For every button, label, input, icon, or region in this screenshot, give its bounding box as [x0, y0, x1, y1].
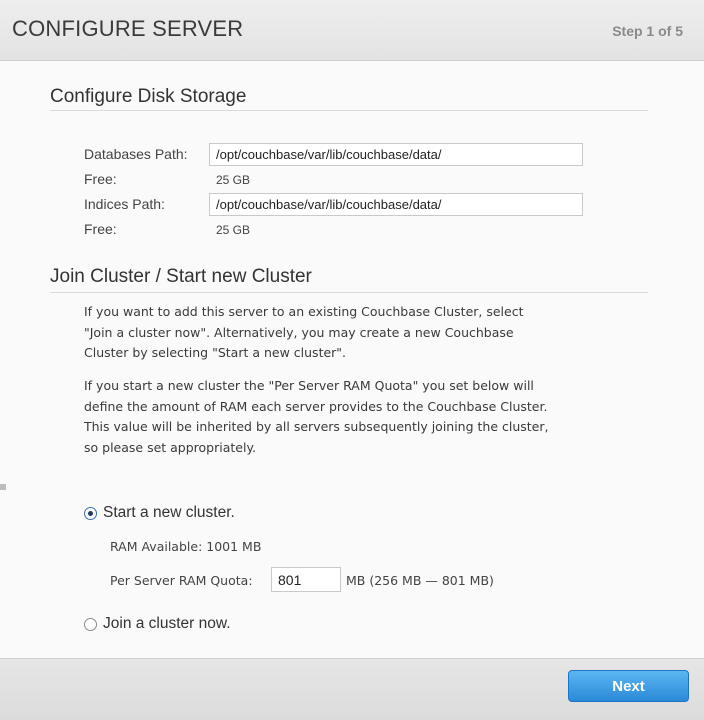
description-line: define the amount of RAM each server pro… — [84, 398, 548, 414]
description-line: "Join a cluster now". Alternatively, you… — [84, 324, 514, 340]
description-line: Cluster by selecting "Start a new cluste… — [84, 345, 347, 360]
databases-path-label: Databases Path: — [84, 146, 188, 162]
ram-quota-range: MB (256 MB — 801 MB) — [346, 573, 494, 588]
description-line: so please set appropriately. — [84, 439, 257, 455]
indices-free-value: 25 GB — [216, 223, 251, 237]
ram-quota-input[interactable] — [271, 567, 341, 592]
description-line: If you start a new cluster the "Per Serv… — [84, 378, 534, 393]
radio-selected-icon[interactable] — [84, 506, 97, 520]
disk-storage-divider — [50, 110, 648, 111]
databases-free-value: 25 GB — [216, 173, 251, 187]
disk-storage-title: Configure Disk Storage — [50, 86, 247, 107]
indices-path-input[interactable] — [209, 193, 583, 216]
join-cluster-label: Join a cluster now. — [103, 615, 231, 632]
start-new-cluster-option[interactable]: Start a new cluster. — [84, 504, 235, 522]
next-button[interactable]: Next — [568, 670, 689, 702]
ram-available-text: RAM Available: 1001 MB — [110, 539, 262, 554]
join-cluster-title: Join Cluster / Start new Cluster — [50, 266, 312, 287]
start-new-cluster-label: Start a new cluster. — [103, 504, 235, 521]
dialog-title: CONFIGURE SERVER — [12, 16, 244, 41]
ram-quota-label: Per Server RAM Quota: — [110, 573, 253, 588]
description-line: This value will be inherited by all serv… — [84, 419, 549, 434]
step-indicator: Step 1 of 5 — [612, 23, 683, 39]
databases-free-label: Free: — [84, 171, 117, 187]
join-cluster-divider — [50, 292, 648, 293]
dialog-header: CONFIGURE SERVER Step 1 of 5 — [0, 0, 704, 61]
join-cluster-option[interactable]: Join a cluster now. — [84, 615, 231, 633]
databases-path-input[interactable] — [209, 143, 583, 166]
indices-path-label: Indices Path: — [84, 196, 165, 212]
indices-free-label: Free: — [84, 221, 117, 237]
resize-grip-icon[interactable] — [0, 484, 6, 490]
description-line: If you want to add this server to an exi… — [84, 304, 524, 319]
join-cluster-description: If you want to add this server to an exi… — [84, 302, 604, 364]
ram-quota-description: If you start a new cluster the "Per Serv… — [84, 376, 604, 458]
radio-unselected-icon[interactable] — [84, 617, 97, 631]
